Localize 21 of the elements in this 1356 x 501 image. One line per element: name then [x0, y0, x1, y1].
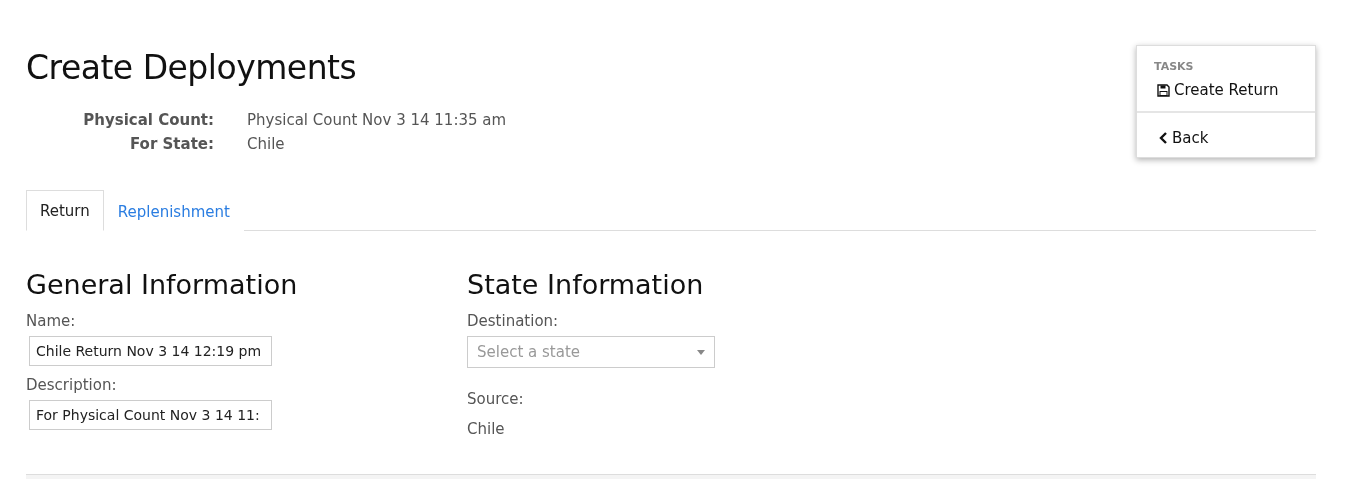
page-title: Create Deployments	[26, 48, 358, 87]
section-heading: State Information	[467, 269, 705, 300]
summary-label: For State:	[129, 135, 214, 153]
task-link[interactable]: Back	[1137, 111, 1315, 157]
tab[interactable]: Return	[26, 190, 104, 231]
section-heading: General Information	[26, 269, 299, 300]
field-label: Name:	[26, 312, 77, 330]
field-value: Chile	[467, 420, 506, 438]
chevron-left-icon	[1159, 132, 1168, 144]
field-label: Description:	[26, 376, 118, 394]
field-label: Destination:	[467, 312, 560, 330]
summary-label: Physical Count:	[82, 111, 214, 129]
summary-value: Chile	[247, 135, 286, 153]
caret-icon	[697, 349, 705, 355]
input-field[interactable]: For Physical Count Nov 3 14 11:	[29, 400, 272, 430]
task-link[interactable]: Create Return	[1137, 79, 1315, 111]
input-field[interactable]: Chile Return Nov 3 14 12:19 pm	[29, 336, 272, 366]
field-label: Source:	[467, 390, 525, 408]
save-icon	[1157, 83, 1170, 97]
summary-value: Physical Count Nov 3 14 11:35 am	[247, 111, 507, 129]
tasks-heading: TASKS	[1153, 59, 1195, 75]
